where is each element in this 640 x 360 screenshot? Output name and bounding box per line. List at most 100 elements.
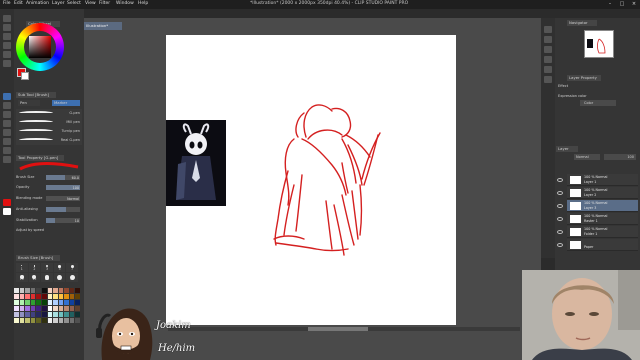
menu-file[interactable]: File bbox=[3, 1, 11, 6]
palette-swatch[interactable] bbox=[41, 312, 47, 317]
palette-swatch[interactable] bbox=[47, 294, 53, 299]
palette-swatch[interactable] bbox=[53, 312, 58, 317]
panel-icon[interactable] bbox=[544, 46, 552, 53]
horizontal-scrollbar[interactable] bbox=[168, 327, 520, 331]
prop-adjust-by-speed[interactable]: Adjust by speed bbox=[16, 227, 82, 234]
palette-swatch[interactable] bbox=[14, 312, 19, 317]
palette-swatch[interactable] bbox=[41, 318, 47, 323]
pen-tool-icon[interactable] bbox=[3, 93, 11, 100]
menu-layer[interactable]: Layer bbox=[52, 1, 65, 6]
menu-view[interactable]: View bbox=[85, 1, 96, 6]
palette-swatch[interactable] bbox=[75, 294, 80, 299]
layer-row[interactable]: Paper bbox=[567, 239, 638, 251]
lasso-tool-icon[interactable] bbox=[3, 51, 11, 58]
scrollbar-thumb[interactable] bbox=[308, 327, 368, 331]
panel-icon[interactable] bbox=[544, 56, 552, 63]
palette-swatch[interactable] bbox=[36, 312, 41, 317]
menu-animation[interactable]: Animation bbox=[26, 1, 49, 6]
palette-swatch[interactable] bbox=[41, 288, 47, 293]
blend-mode-select[interactable]: Normal bbox=[574, 154, 600, 160]
palette-swatch[interactable] bbox=[25, 300, 30, 305]
palette-swatch[interactable] bbox=[25, 294, 30, 299]
brush-size-preset[interactable]: 7 bbox=[66, 263, 78, 272]
layer-row[interactable]: 100 % Normal Layer 3 bbox=[567, 200, 638, 212]
palette-swatch[interactable] bbox=[64, 312, 69, 317]
menu-filter[interactable]: Filter bbox=[99, 1, 110, 6]
navigator-thumbnail[interactable] bbox=[584, 30, 614, 58]
sub-color-swatch[interactable] bbox=[3, 208, 11, 215]
palette-swatch[interactable] bbox=[53, 318, 58, 323]
palette-swatch[interactable] bbox=[64, 288, 69, 293]
palette-swatch[interactable] bbox=[64, 294, 69, 299]
palette-swatch[interactable] bbox=[30, 318, 36, 323]
palette-swatch[interactable] bbox=[19, 288, 25, 293]
palette-swatch[interactable] bbox=[30, 300, 36, 305]
visibility-eye-icon[interactable] bbox=[557, 230, 563, 234]
palette-swatch[interactable] bbox=[25, 288, 30, 293]
brush-size-preset[interactable]: 15 bbox=[28, 273, 41, 282]
palette-swatch[interactable] bbox=[36, 318, 41, 323]
palette-swatch[interactable] bbox=[25, 306, 30, 311]
prop-anti-aliasing[interactable]: Anti-aliasing bbox=[16, 206, 82, 213]
prop-brush-size[interactable]: Brush Size 60.0 bbox=[16, 174, 82, 181]
saturation-value-square[interactable] bbox=[29, 36, 51, 58]
selection-tool-icon[interactable] bbox=[3, 42, 11, 49]
close-icon[interactable]: × bbox=[628, 0, 640, 9]
brush-item[interactable]: Real G-pen bbox=[16, 136, 82, 145]
eyedropper-tool-icon[interactable] bbox=[3, 60, 11, 67]
brush-size-preset[interactable]: 1 bbox=[16, 263, 28, 272]
palette-swatch[interactable] bbox=[47, 312, 53, 317]
palette-swatch[interactable] bbox=[75, 312, 80, 317]
palette-swatch[interactable] bbox=[69, 306, 75, 311]
palette-swatch[interactable] bbox=[30, 306, 36, 311]
palette-swatch[interactable] bbox=[58, 294, 64, 299]
pencil-tool-icon[interactable] bbox=[3, 102, 11, 109]
palette-swatch[interactable] bbox=[75, 288, 80, 293]
brush-item[interactable]: G-pen bbox=[16, 109, 82, 118]
visibility-eye-icon[interactable] bbox=[557, 217, 563, 221]
tab-layer[interactable]: Layer bbox=[556, 146, 578, 152]
menu-help[interactable]: Help bbox=[138, 1, 148, 6]
sub-tool-pen[interactable]: Pen bbox=[18, 100, 40, 106]
palette-swatch[interactable] bbox=[14, 306, 19, 311]
palette-swatch[interactable] bbox=[30, 294, 36, 299]
palette-swatch[interactable] bbox=[47, 300, 53, 305]
brush-size-preset[interactable]: 20 bbox=[41, 273, 53, 282]
brush-size-preset[interactable]: 30 bbox=[66, 273, 78, 282]
prop-stabilization[interactable]: Stabilization 10 bbox=[16, 217, 82, 224]
palette-swatch[interactable] bbox=[69, 312, 75, 317]
prop-blending-mode[interactable]: Blending mode Normal bbox=[16, 195, 82, 202]
palette-swatch[interactable] bbox=[53, 306, 58, 311]
sub-tool-marker[interactable]: Marker bbox=[52, 100, 80, 106]
brush-size-preset[interactable]: 2 bbox=[28, 263, 41, 272]
palette-swatch[interactable] bbox=[19, 300, 25, 305]
move-tool-icon[interactable] bbox=[3, 33, 11, 40]
palette-swatch[interactable] bbox=[69, 318, 75, 323]
palette-swatch[interactable] bbox=[14, 318, 19, 323]
palette-swatch[interactable] bbox=[36, 300, 41, 305]
brush-size-preset[interactable]: 3 bbox=[41, 263, 53, 272]
airbrush-tool-icon[interactable] bbox=[3, 120, 11, 127]
palette-swatch[interactable] bbox=[14, 288, 19, 293]
palette-swatch[interactable] bbox=[14, 294, 19, 299]
tab-layer-property[interactable]: Layer Property bbox=[567, 75, 601, 81]
panel-icon[interactable] bbox=[544, 36, 552, 43]
maximize-icon[interactable]: □ bbox=[616, 0, 628, 9]
palette-swatch[interactable] bbox=[47, 288, 53, 293]
visibility-eye-icon[interactable] bbox=[557, 178, 563, 182]
brush-size-preset[interactable]: 10 bbox=[16, 273, 28, 282]
zoom-tool-icon[interactable] bbox=[3, 15, 11, 22]
panel-icon[interactable] bbox=[544, 26, 552, 33]
palette-swatch[interactable] bbox=[58, 288, 64, 293]
visibility-eye-icon[interactable] bbox=[557, 191, 563, 195]
prop-opacity[interactable]: Opacity 100 bbox=[16, 184, 82, 191]
expression-color-select[interactable]: Color bbox=[580, 100, 616, 106]
document-tab[interactable]: Illustration* bbox=[84, 22, 122, 30]
palette-swatch[interactable] bbox=[19, 294, 25, 299]
layer-row[interactable]: 100 % Normal Raster 1 bbox=[567, 213, 638, 225]
palette-swatch[interactable] bbox=[75, 318, 80, 323]
palette-swatch[interactable] bbox=[25, 312, 30, 317]
palette-swatch[interactable] bbox=[19, 306, 25, 311]
palette-swatch[interactable] bbox=[64, 306, 69, 311]
palette-swatch[interactable] bbox=[69, 288, 75, 293]
